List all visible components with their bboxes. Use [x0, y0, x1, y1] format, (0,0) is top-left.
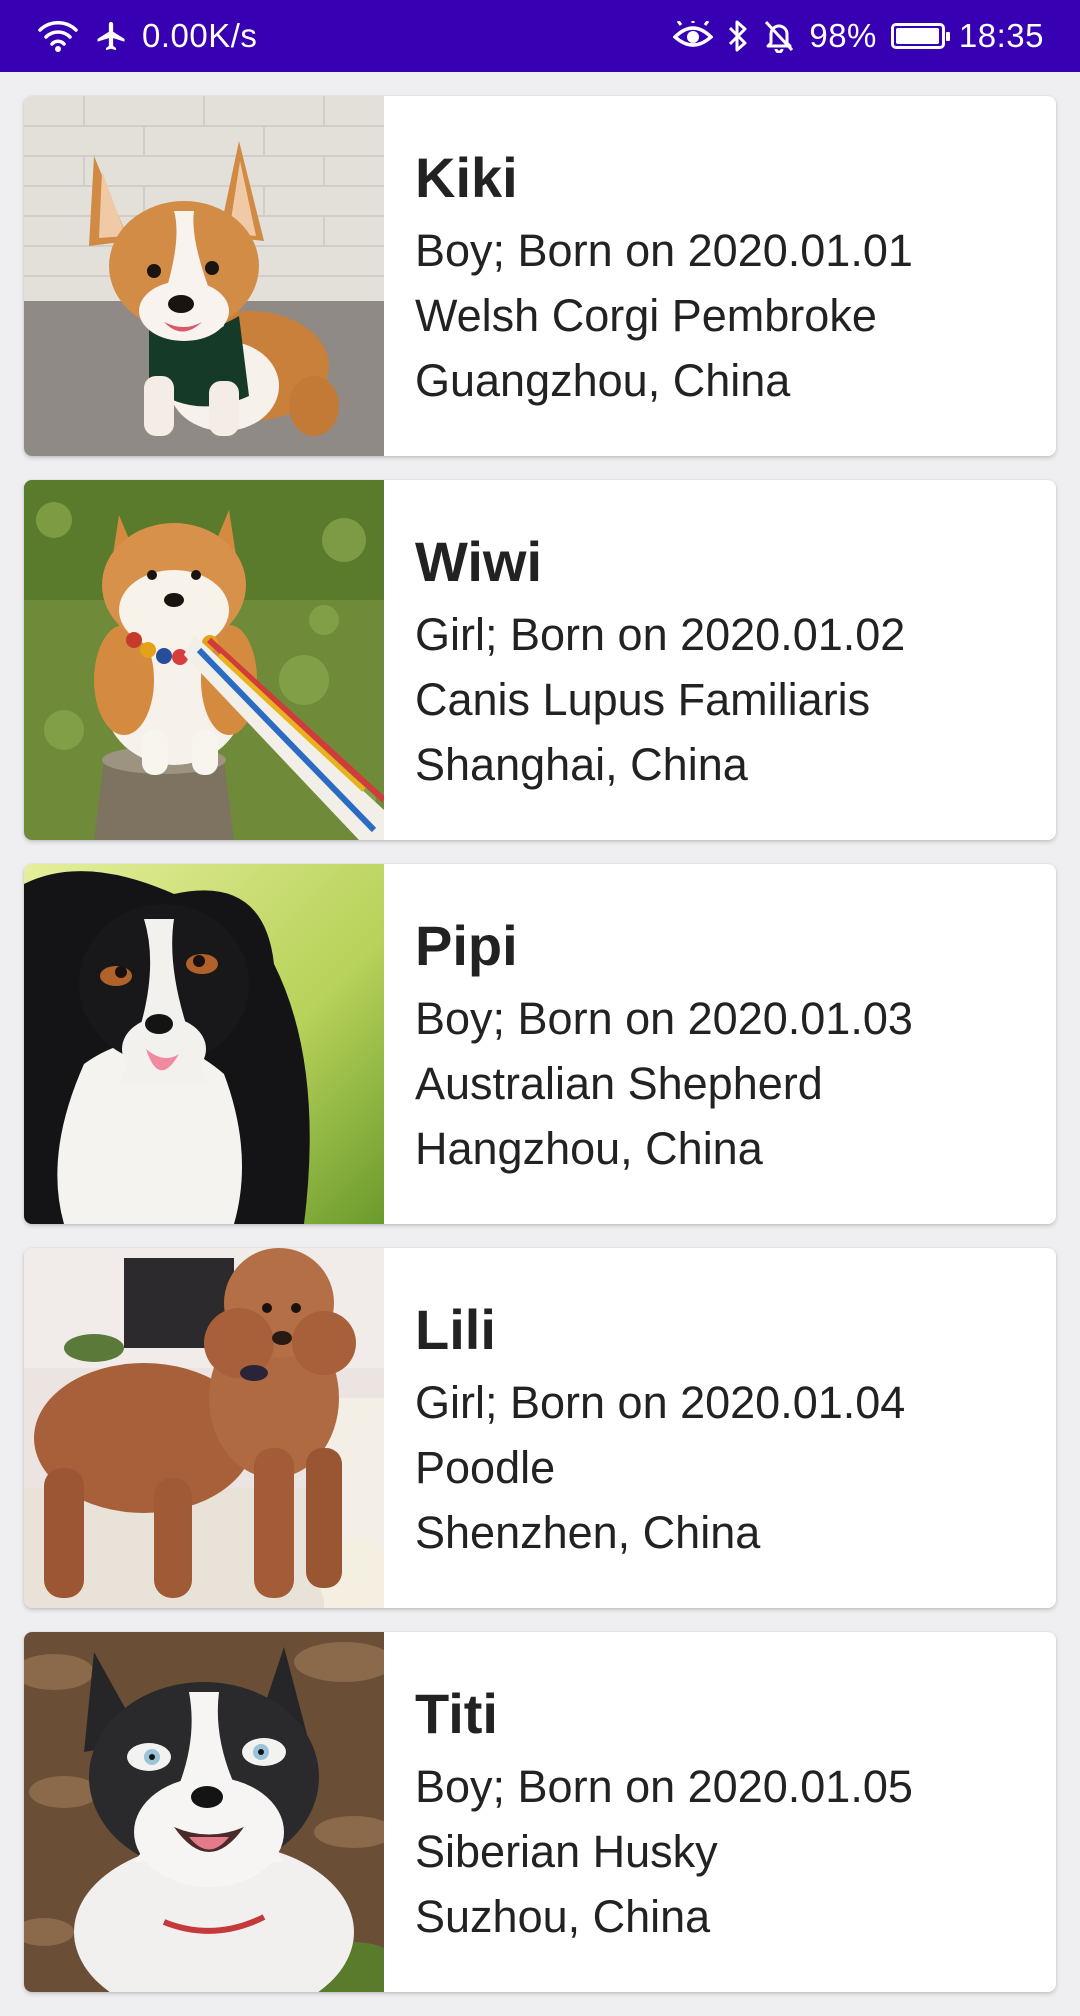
bell-off-icon: [763, 19, 795, 53]
dog-gender-birth: Girl; Born on 2020.01.04: [415, 1377, 906, 1428]
dog-gender-birth: Boy; Born on 2020.01.05: [415, 1761, 913, 1812]
husky-photo: [24, 1632, 384, 1992]
dog-card[interactable]: Titi Boy; Born on 2020.01.05 Siberian Hu…: [24, 1632, 1056, 1992]
dog-info: Wiwi Girl; Born on 2020.01.02 Canis Lupu…: [384, 480, 905, 840]
network-speed: 0.00K/s: [142, 17, 258, 54]
dog-location: Hangzhou, China: [415, 1123, 763, 1174]
dog-breed: Australian Shepherd: [415, 1058, 823, 1109]
wifi-icon: [36, 18, 80, 54]
dog-location: Shanghai, China: [415, 739, 748, 790]
dog-name: Wiwi: [415, 530, 543, 593]
dog-name: Pipi: [415, 914, 518, 977]
dog-card[interactable]: Lili Girl; Born on 2020.01.04 Poodle She…: [24, 1248, 1056, 1608]
corgi-photo: [24, 96, 384, 456]
shiba-photo: [24, 480, 384, 840]
status-bar-right: 98% 18:35: [673, 17, 1044, 55]
dog-location: Guangzhou, China: [415, 355, 791, 406]
eye-icon: [673, 21, 714, 51]
dog-info: Kiki Boy; Born on 2020.01.01 Welsh Corgi…: [384, 96, 913, 456]
dog-info: Pipi Boy; Born on 2020.01.03 Australian …: [384, 864, 913, 1224]
dog-name: Kiki: [415, 146, 518, 209]
dog-card[interactable]: Kiki Boy; Born on 2020.01.01 Welsh Corgi…: [24, 96, 1056, 456]
dog-name: Titi: [415, 1682, 498, 1745]
dog-gender-birth: Boy; Born on 2020.01.01: [415, 225, 913, 276]
airplane-icon: [94, 19, 128, 53]
dog-card[interactable]: Wiwi Girl; Born on 2020.01.02 Canis Lupu…: [24, 480, 1056, 840]
dog-gender-birth: Girl; Born on 2020.01.02: [415, 609, 906, 660]
dog-list[interactable]: Kiki Boy; Born on 2020.01.01 Welsh Corgi…: [24, 96, 1056, 2016]
battery-icon: [890, 23, 950, 49]
dog-location: Shenzhen, China: [415, 1507, 761, 1558]
dog-breed: Canis Lupus Familiaris: [415, 674, 871, 725]
dog-gender-birth: Boy; Born on 2020.01.03: [415, 993, 913, 1044]
battery-percent: 98%: [809, 17, 877, 54]
dog-location: Suzhou, China: [415, 1891, 711, 1942]
shepherd-photo: [24, 864, 384, 1224]
dog-info: Lili Girl; Born on 2020.01.04 Poodle She…: [384, 1248, 905, 1608]
poodle-photo: [24, 1248, 384, 1608]
clock: 18:35: [958, 17, 1044, 54]
status-bar: 0.00K/s 98% 18:35: [0, 0, 1080, 72]
status-bar-left: 0.00K/s: [36, 17, 257, 55]
bluetooth-icon: [727, 19, 749, 53]
dog-breed: Siberian Husky: [415, 1826, 718, 1877]
dog-card[interactable]: Pipi Boy; Born on 2020.01.03 Australian …: [24, 864, 1056, 1224]
dog-info: Titi Boy; Born on 2020.01.05 Siberian Hu…: [384, 1632, 913, 1992]
dog-name: Lili: [415, 1298, 496, 1361]
dog-breed: Welsh Corgi Pembroke: [415, 290, 877, 341]
dog-breed: Poodle: [415, 1442, 556, 1493]
